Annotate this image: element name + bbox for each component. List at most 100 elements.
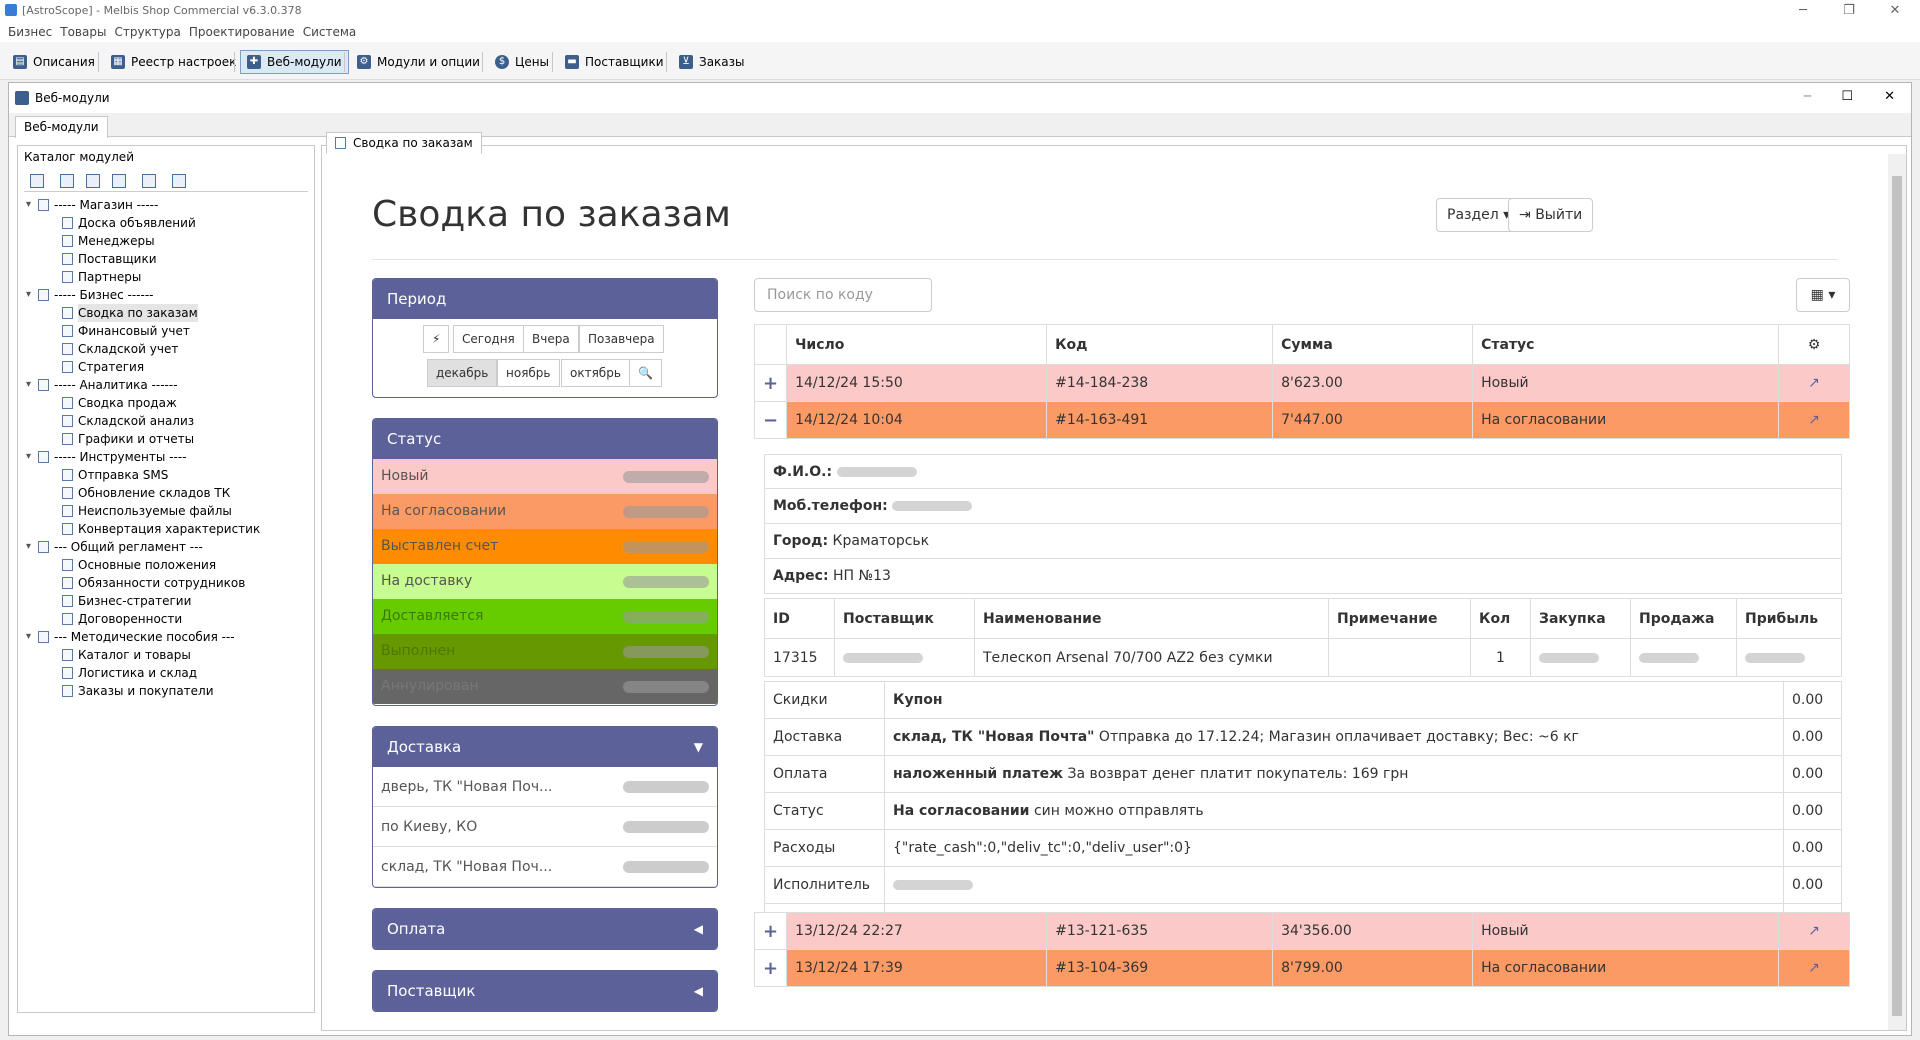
tree-item[interactable]: Складской анализ [22, 412, 312, 430]
menu-goods[interactable]: Товары [60, 22, 106, 42]
toolbar-web-modules[interactable]: ✚ Веб-модули [240, 50, 349, 74]
toolbar-orders[interactable]: ⊻ Заказы [672, 50, 752, 74]
col-date[interactable]: Число [786, 324, 1048, 365]
supplier-panel[interactable]: Поставщик ◀ [372, 970, 718, 1012]
expand-icon[interactable]: ▾ [26, 448, 36, 466]
open-link-icon[interactable]: ↗ [1778, 949, 1850, 987]
edit-icon[interactable] [86, 174, 100, 188]
toolbar-modules-options[interactable]: ⚙ Модули и опции [350, 50, 487, 74]
tab-order-summary[interactable]: Сводка по заказам [326, 132, 482, 154]
period-all-button[interactable]: ⚡ [423, 325, 450, 353]
status-filter-item[interactable]: Выставлен счет [373, 529, 717, 564]
expand-row-icon[interactable]: + [753, 912, 788, 950]
maximize-icon[interactable]: ❐ [1826, 0, 1872, 22]
status-filter-item[interactable]: Доставляется [373, 599, 717, 634]
tree-item[interactable]: Неиспользуемые файлы [22, 502, 312, 520]
tree-item[interactable]: ▾ ----- Магазин ----- [22, 196, 312, 214]
add-icon[interactable] [30, 174, 44, 188]
col-sum[interactable]: Сумма [1272, 324, 1474, 365]
delivery-filter-item[interactable]: по Киеву, КО [373, 807, 717, 847]
document-icon[interactable] [172, 174, 186, 188]
period-december-button[interactable]: декабрь [427, 359, 498, 387]
period-yesterday-button[interactable]: Вчера [523, 325, 579, 353]
period-october-button[interactable]: октябрь [561, 359, 630, 387]
tree-item[interactable]: Конвертация характеристик [22, 520, 312, 538]
col-status[interactable]: Статус [1472, 324, 1780, 365]
table-row[interactable]: +13/12/24 22:27 #13-121-635 34'356.00 Новый… [753, 912, 1850, 950]
period-day-before-button[interactable]: Позавчера [579, 325, 664, 353]
columns-button[interactable]: ▦ ▾ [1796, 278, 1850, 312]
tree-item[interactable]: ▾ --- Общий регламент --- [22, 538, 312, 556]
tree-item[interactable]: Доска объявлений [22, 214, 312, 232]
status-filter-item[interactable]: На доставку [373, 564, 717, 599]
tree-item[interactable]: Сводка по заказам [22, 304, 312, 322]
scrollbar[interactable] [1888, 154, 1906, 1030]
period-search-button[interactable]: 🔍 [629, 359, 662, 387]
tree-item[interactable]: Основные положения [22, 556, 312, 574]
tab-web-modules[interactable]: Веб-модули [15, 116, 108, 138]
table-row[interactable]: +14/12/24 15:50 #14-184-238 8'623.00 Новый ↗ [753, 364, 1850, 402]
delivery-title[interactable]: Доставка ▼ [373, 727, 717, 767]
expand-icon[interactable]: ▾ [26, 286, 36, 304]
toolbar-prices[interactable]: $ Цены [488, 50, 556, 74]
close-icon[interactable]: ✕ [1872, 0, 1918, 22]
expand-icon[interactable]: ▾ [26, 628, 36, 646]
tree-item[interactable]: Отправка SMS [22, 466, 312, 484]
menu-structure[interactable]: Структура [114, 22, 180, 42]
table-row[interactable]: −14/12/24 10:04 #14-163-491 7'447.00 На сог… [753, 401, 1850, 439]
insert-icon[interactable] [60, 174, 74, 188]
menu-business[interactable]: Бизнес [8, 22, 52, 42]
search-input[interactable]: Поиск по коду [754, 278, 932, 312]
tree-item[interactable]: Обязанности сотрудников [22, 574, 312, 592]
col-code[interactable]: Код [1046, 324, 1274, 365]
delete-icon[interactable] [142, 174, 156, 188]
expand-icon[interactable]: ▾ [26, 376, 36, 394]
menu-system[interactable]: Система [303, 22, 357, 42]
toolbar-suppliers[interactable]: ▬ Поставщики [558, 50, 671, 74]
status-filter-item[interactable]: На согласовании [373, 494, 717, 529]
tree-item[interactable]: Стратегия [22, 358, 312, 376]
tree-item[interactable]: Партнеры [22, 268, 312, 286]
tree-item[interactable]: ▾ ----- Бизнес ------ [22, 286, 312, 304]
tree-item[interactable]: ▾ ----- Аналитика ------ [22, 376, 312, 394]
tree-item[interactable]: Сводка продаж [22, 394, 312, 412]
tree-item[interactable]: Бизнес-стратегии [22, 592, 312, 610]
tree-item[interactable]: Обновление складов ТК [22, 484, 312, 502]
tree-item[interactable]: Поставщики [22, 250, 312, 268]
delivery-filter-item[interactable]: склад, ТК "Новая Поч... [373, 847, 717, 887]
tree-item[interactable]: Графики и отчеты [22, 430, 312, 448]
period-today-button[interactable]: Сегодня [453, 325, 524, 353]
table-row[interactable]: +13/12/24 17:39 #13-104-369 8'799.00 На сог… [753, 949, 1850, 987]
payment-panel[interactable]: Оплата ◀ [372, 908, 718, 950]
tree-item[interactable]: Финансовый учет [22, 322, 312, 340]
delivery-filter-item[interactable]: дверь, ТК "Новая Поч... [373, 767, 717, 807]
tree-item[interactable]: Каталог и товары [22, 646, 312, 664]
tree-item[interactable]: Договоренности [22, 610, 312, 628]
tree-item[interactable]: Менеджеры [22, 232, 312, 250]
period-november-button[interactable]: ноябрь [497, 359, 560, 387]
open-link-icon[interactable]: ↗ [1778, 912, 1850, 950]
minimize-icon[interactable]: ─ [1780, 0, 1826, 22]
open-link-icon[interactable]: ↗ [1778, 401, 1850, 439]
status-filter-item[interactable]: Выполнен [373, 634, 717, 669]
child-maximize-icon[interactable]: ☐ [1841, 89, 1853, 104]
tool-icon[interactable] [112, 174, 126, 188]
tree-item[interactable]: Заказы и покупатели [22, 682, 312, 700]
tree-item[interactable]: Складской учет [22, 340, 312, 358]
toolbar-descriptions[interactable]: ▤ Описания [6, 50, 102, 74]
status-filter-item[interactable]: Аннулирован [373, 669, 717, 704]
menu-design[interactable]: Проектирование [189, 22, 295, 42]
child-minimize-icon[interactable]: ─ [1804, 89, 1811, 103]
expand-icon[interactable]: ▾ [26, 196, 36, 214]
settings-icon[interactable]: ⚙ [1778, 324, 1850, 365]
tree-item[interactable]: ▾ --- Методические пособия --- [22, 628, 312, 646]
open-link-icon[interactable]: ↗ [1778, 364, 1850, 402]
status-filter-item[interactable]: Новый [373, 459, 717, 494]
exit-button[interactable]: ⇥ Выйти [1508, 198, 1594, 232]
expand-row-icon[interactable]: − [753, 401, 788, 439]
tree-item[interactable]: Логистика и склад [22, 664, 312, 682]
expand-row-icon[interactable]: + [753, 949, 788, 987]
tree-item[interactable]: ▾ ----- Инструменты ---- [22, 448, 312, 466]
child-close-icon[interactable]: ✕ [1884, 89, 1895, 104]
expand-icon[interactable]: ▾ [26, 538, 36, 556]
